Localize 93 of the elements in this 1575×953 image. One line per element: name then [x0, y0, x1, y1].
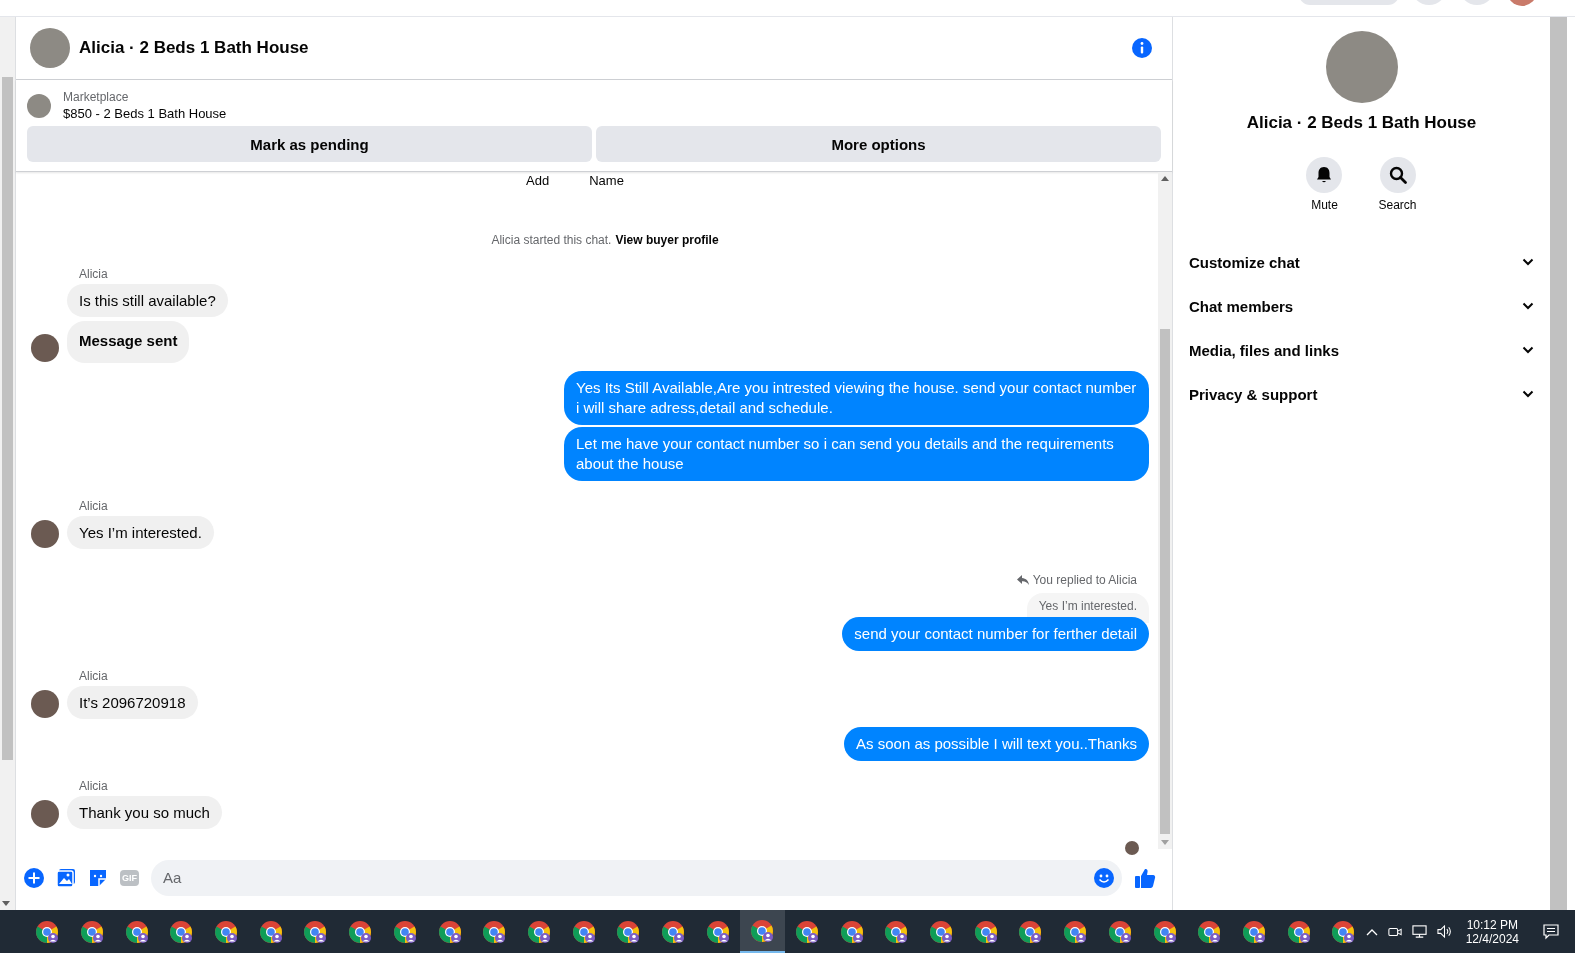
reply-label: You replied to Alicia [1032, 573, 1137, 587]
photo-icon[interactable] [56, 867, 76, 888]
section-label: Media, files and links [1189, 341, 1340, 359]
browser-icon [1018, 919, 1043, 944]
browser-icon [258, 919, 283, 944]
action-label: Search [1378, 198, 1417, 212]
sticker-icon[interactable] [88, 867, 108, 888]
message-bubble: Let me have your contact number so i can send you details and the requirements about the house [564, 427, 1149, 481]
emoji-icon[interactable] [1094, 867, 1114, 888]
scroll-down-icon[interactable] [2, 901, 10, 906]
browser-icon [303, 919, 328, 944]
sender-name: Alicia [79, 669, 109, 683]
browser-icon [1063, 919, 1088, 944]
view-buyer-profile-link[interactable]: View buyer profile [615, 233, 719, 247]
photo-placeholder [30, 28, 70, 68]
browser-icon [392, 919, 417, 944]
scroll-up-icon[interactable] [1161, 176, 1169, 181]
section-label: Customize chat [1189, 253, 1300, 271]
chevron-up-icon[interactable] [1365, 927, 1378, 936]
notification-icon[interactable] [1543, 923, 1559, 940]
sender-name: Alicia [79, 499, 109, 513]
browser-icon [1197, 919, 1222, 944]
message-bubble: Thank you so much [67, 796, 222, 829]
clock-date[interactable]: 12/4/2024 [1465, 931, 1519, 946]
browser-icon [571, 919, 596, 944]
action-label: Mute [1311, 198, 1338, 212]
browser-icon [616, 919, 641, 944]
avatar [31, 690, 59, 718]
network-icon[interactable] [1411, 924, 1427, 939]
mark-pending-button[interactable]: Mark as pending [27, 126, 592, 162]
browser-icon [348, 919, 373, 944]
browser-icon [1152, 919, 1177, 944]
section-header[interactable]: Chat members [1189, 284, 1534, 328]
browser-icon [929, 919, 954, 944]
seen-avatar [1125, 841, 1139, 855]
sender-name: Alicia [79, 779, 109, 793]
section-header[interactable]: Customize chat [1189, 240, 1534, 284]
more-options-button[interactable]: More options [596, 126, 1161, 162]
search-button[interactable] [1379, 157, 1416, 193]
browser-icon [750, 918, 775, 943]
label-text: Add [526, 173, 550, 188]
clock-time[interactable]: 10:12 PM [1466, 917, 1518, 932]
browser-icon [1107, 919, 1132, 944]
mute-button[interactable] [1306, 157, 1343, 193]
chat-name: Alicia · 2 Beds 1 Bath House [1246, 113, 1477, 133]
browser-icon [884, 919, 909, 944]
browser-icon [482, 919, 507, 944]
browser-icon [660, 919, 685, 944]
avatar [31, 800, 59, 828]
thumbs-up-icon[interactable] [1134, 866, 1156, 889]
browser-icon [839, 919, 864, 944]
browser-icon [437, 919, 462, 944]
message-input[interactable]: Aa [151, 859, 1122, 896]
browser-icon [169, 919, 194, 944]
section-header[interactable]: Media, files and links [1189, 328, 1534, 372]
browser-icon [35, 919, 60, 944]
browser-icon [973, 919, 998, 944]
search-icon [1387, 165, 1408, 185]
scrollbar[interactable] [0, 17, 15, 910]
section-label: Privacy & support [1189, 385, 1318, 403]
browser-icon [124, 919, 149, 944]
avatar [31, 520, 59, 548]
volume-icon[interactable] [1436, 924, 1452, 939]
browser-icon [795, 919, 820, 944]
browser-taskbar-button[interactable] [740, 910, 785, 953]
browser-icon [705, 919, 730, 944]
browser-icon [1286, 919, 1311, 944]
message-bubble: send your contact number for ferther detail [842, 617, 1149, 651]
plus-icon[interactable] [24, 867, 44, 888]
notice-text: Alicia started this chat. [491, 233, 612, 247]
message-bubble: It’s 2096720918 [67, 686, 198, 719]
message-bubble: Message sent [67, 321, 190, 363]
message-bubble: Yes Its Still Available,Are you intrested viewing the house. send your contact number i will share adress,detail and schedule. [564, 371, 1149, 425]
info-icon[interactable] [1132, 38, 1152, 58]
browser-icon [80, 919, 105, 944]
chat-title: Alicia · 2 Beds 1 Bath House [79, 38, 310, 58]
scrollbar[interactable] [1158, 172, 1172, 849]
listing-title[interactable]: $850 - 2 Beds 1 Bath House [63, 106, 227, 121]
section-header[interactable]: Privacy & support [1189, 372, 1534, 416]
photo-placeholder [27, 93, 51, 118]
browser-icon [1241, 919, 1266, 944]
avatar [31, 334, 59, 362]
section-label: Chat members [1189, 297, 1294, 315]
label-text: Name [589, 173, 624, 188]
listing-source: Marketplace [63, 90, 130, 104]
reply-icon [1016, 574, 1029, 586]
message-bubble: Is this still available? [67, 284, 228, 317]
sender-name: Alicia [79, 267, 109, 281]
message-bubble: As soon as possible I will text you..Thanks [844, 727, 1149, 761]
browser-icon [1331, 919, 1356, 944]
browser-icon [526, 919, 551, 944]
browser-icon [214, 919, 239, 944]
message-bubble: Yes I’m interested. [67, 516, 214, 549]
